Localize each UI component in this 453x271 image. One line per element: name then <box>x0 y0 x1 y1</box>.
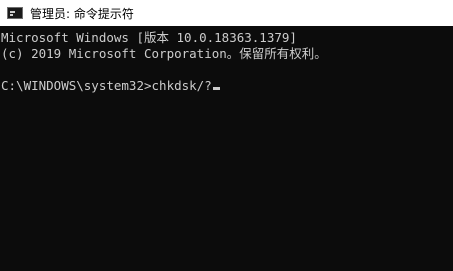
command-input[interactable]: C:\WINDOWS\system32>chkdsk/? <box>1 78 212 93</box>
console-app-icon[interactable] <box>7 7 23 19</box>
console-line: Microsoft Windows [版本 10.0.18363.1379] <box>1 30 297 45</box>
command-line[interactable]: C:\WINDOWS\system32>chkdsk/? <box>1 78 453 94</box>
window-title: 管理员: 命令提示符 <box>30 6 134 21</box>
console-output[interactable]: Microsoft Windows [版本 10.0.18363.1379] (… <box>0 30 453 271</box>
title-bar[interactable]: 管理员: 命令提示符 <box>0 0 453 26</box>
text-cursor <box>212 87 220 90</box>
command-prompt-window: 管理员: 命令提示符 Microsoft Windows [版本 10.0.18… <box>0 0 453 271</box>
console-line: (c) 2019 Microsoft Corporation。保留所有权利。 <box>1 46 327 61</box>
